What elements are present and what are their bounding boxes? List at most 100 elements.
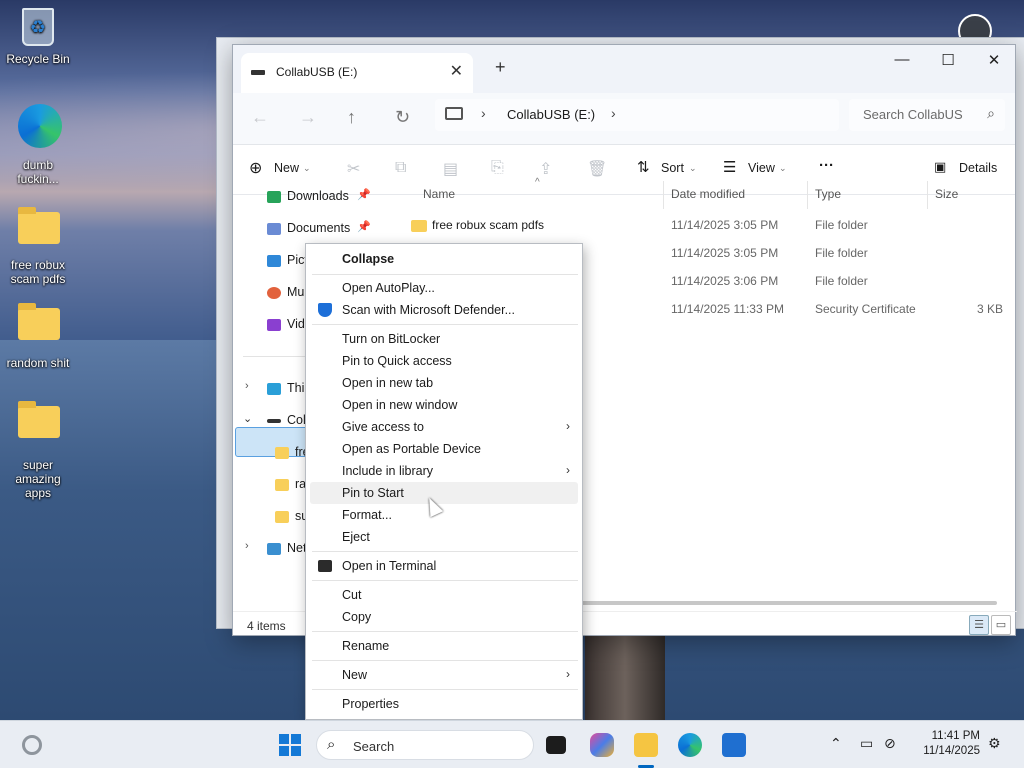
sidebar-item-this-pc[interactable]: Thi — [267, 378, 304, 398]
sidebar-item-pictures[interactable]: Pict — [267, 250, 308, 270]
new-button[interactable]: New — [274, 161, 299, 175]
task-view-icon[interactable] — [546, 736, 566, 754]
sidebar-item-downloads[interactable]: Downloads — [267, 186, 349, 206]
desktop-icon-folder-apps[interactable]: super amazing apps — [0, 400, 76, 500]
rename-icon[interactable]: ⎘ — [491, 159, 504, 177]
forward-arrow-icon[interactable]: → — [299, 107, 317, 128]
chevron-down-icon[interactable]: ⌄ — [243, 412, 252, 425]
chevron-right-icon[interactable]: › — [245, 380, 249, 392]
details-button[interactable]: Details — [959, 161, 997, 175]
menu-item-format[interactable]: Format... — [310, 504, 578, 526]
menu-item-portable-device[interactable]: Open as Portable Device — [310, 438, 578, 460]
clock[interactable]: 11:41 PM 11/14/2025 — [912, 729, 980, 759]
paste-icon[interactable]: ▤ — [443, 159, 458, 179]
menu-item-scan-defender[interactable]: Scan with Microsoft Defender... — [310, 299, 578, 321]
chevron-right-icon[interactable]: › — [245, 540, 249, 552]
menu-item-pin-start[interactable]: Pin to Start — [310, 482, 578, 504]
menu-item-copy[interactable]: Copy — [310, 606, 578, 628]
tab-collabusb[interactable]: CollabUSB (E:) ✕ — [241, 53, 473, 93]
sort-button[interactable]: Sort — [661, 161, 684, 175]
item-count: 4 items — [247, 619, 286, 633]
cut-icon[interactable]: ✂ — [347, 159, 360, 179]
column-header-name[interactable]: Name — [423, 187, 455, 201]
menu-separator — [312, 324, 578, 325]
breadcrumb-drive[interactable]: CollabUSB (E:) — [507, 107, 595, 122]
display-icon[interactable]: ▭ — [860, 735, 873, 752]
back-arrow-icon[interactable]: ← — [251, 107, 269, 128]
column-separator[interactable] — [927, 181, 928, 209]
tiles-view-button[interactable]: ▭ — [991, 615, 1011, 635]
folder-icon — [275, 510, 289, 523]
menu-item-pin-quick-access[interactable]: Pin to Quick access — [310, 350, 578, 372]
sidebar-item-collabusb[interactable]: Coll — [267, 410, 309, 430]
breadcrumb-separator[interactable]: › — [611, 105, 616, 121]
copilot-icon[interactable] — [590, 733, 614, 757]
sidebar-item-folder[interactable]: su — [275, 506, 308, 526]
notification-icon[interactable]: ⚙ — [988, 735, 1001, 752]
refresh-icon[interactable]: ↻ — [395, 107, 410, 128]
desktop-icon-label: random shit — [6, 356, 70, 370]
clock-date: 11/14/2025 — [923, 745, 980, 757]
tab-close-icon[interactable]: ✕ — [450, 61, 463, 81]
menu-item-label: Turn on BitLocker — [342, 332, 441, 346]
up-arrow-icon[interactable]: ↑ — [347, 107, 356, 128]
desktop-icon-folder-random[interactable]: random shit — [0, 302, 76, 370]
search-box[interactable]: Search CollabUS ⌕ — [849, 99, 1005, 131]
menu-item-open-autoplay[interactable]: Open AutoPlay... — [310, 277, 578, 299]
menu-item-properties[interactable]: Properties — [310, 693, 578, 715]
file-explorer-icon[interactable] — [634, 733, 658, 757]
horizontal-scrollbar[interactable] — [573, 601, 997, 605]
menu-item-eject[interactable]: Eject — [310, 526, 578, 548]
menu-item-include-library[interactable]: Include in library › — [310, 460, 578, 482]
download-icon — [267, 190, 281, 203]
start-button[interactable] — [279, 734, 301, 756]
delete-icon[interactable]: 🗑 — [587, 159, 607, 179]
minimize-button[interactable]: — — [879, 51, 925, 68]
desktop-icon-edge-shortcut[interactable]: dumb fuckin... — [0, 104, 76, 186]
menu-item-open-new-window[interactable]: Open in new window — [310, 394, 578, 416]
menu-item-give-access[interactable]: Give access to › — [310, 416, 578, 438]
terminal-icon — [318, 560, 332, 572]
desktop-icon-label: super amazing apps — [15, 458, 61, 500]
menu-item-bitlocker[interactable]: Turn on BitLocker — [310, 328, 578, 350]
widgets-icon[interactable] — [22, 735, 42, 755]
column-separator[interactable] — [663, 181, 664, 209]
breadcrumb-separator[interactable]: › — [481, 105, 486, 121]
taskbar-search[interactable]: ⌕ Search — [316, 730, 534, 760]
address-bar[interactable]: › CollabUSB (E:) › — [435, 99, 839, 131]
view-button[interactable]: View — [748, 161, 775, 175]
sidebar-item-music[interactable]: Mu — [267, 282, 304, 302]
column-header-date[interactable]: Date modified — [671, 187, 745, 201]
share-icon[interactable]: ⇪ — [539, 159, 552, 179]
maximize-button[interactable]: ☐ — [925, 51, 971, 69]
store-icon[interactable] — [722, 733, 746, 757]
menu-item-rename[interactable]: Rename — [310, 635, 578, 657]
sidebar-item-folder[interactable]: ra — [275, 474, 306, 494]
column-header-type[interactable]: Type — [815, 187, 841, 201]
sidebar-item-documents[interactable]: Documents — [267, 218, 350, 238]
more-options-button[interactable]: ··· — [819, 157, 834, 174]
edge-icon[interactable] — [678, 733, 702, 757]
details-view-button[interactable]: ☰ — [969, 615, 989, 635]
menu-item-collapse[interactable]: Collapse — [310, 248, 578, 270]
column-header-size[interactable]: Size — [935, 187, 958, 201]
column-separator[interactable] — [807, 181, 808, 209]
chevron-up-icon[interactable]: ⌃ — [830, 735, 842, 752]
close-button[interactable]: ✕ — [971, 51, 1017, 69]
sidebar-item-network[interactable]: Net — [267, 538, 306, 558]
desktop-icon-folder-robux[interactable]: free robux scam pdfs — [0, 206, 76, 286]
menu-separator — [312, 660, 578, 661]
network-offline-icon[interactable]: ⊘ — [884, 735, 896, 752]
menu-item-open-new-tab[interactable]: Open in new tab — [310, 372, 578, 394]
desktop-icon-recycle-bin[interactable]: ♻ Recycle Bin — [0, 8, 76, 66]
menu-item-open-terminal[interactable]: Open in Terminal — [310, 555, 578, 577]
sidebar-item-videos[interactable]: Vid — [267, 314, 305, 334]
menu-item-new[interactable]: New › — [310, 664, 578, 686]
file-type: File folder — [815, 274, 868, 288]
this-pc-icon — [267, 382, 281, 395]
copy-icon[interactable]: ⧉ — [395, 159, 406, 177]
folder-icon — [275, 446, 289, 459]
table-row[interactable]: free robux scam pdfs 11/14/2025 3:05 PM … — [385, 211, 1017, 239]
menu-item-cut[interactable]: Cut — [310, 584, 578, 606]
new-tab-button[interactable]: + — [495, 57, 506, 78]
